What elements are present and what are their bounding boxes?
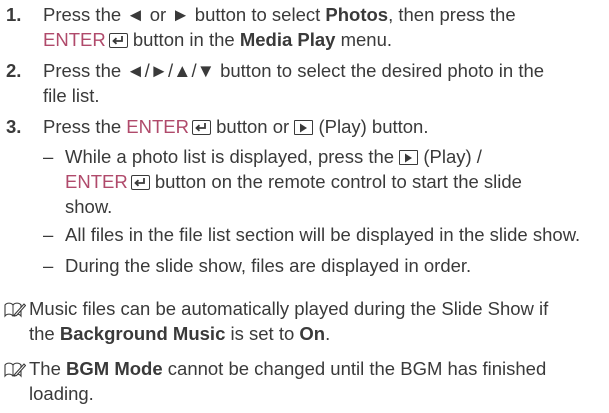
dash-marker: – xyxy=(43,224,54,245)
step-number: 1. xyxy=(6,4,22,25)
step-number: 3. xyxy=(6,116,22,137)
sub-line: While a photo list is displayed, press t… xyxy=(65,144,603,169)
note-line: Music files can be automatically played … xyxy=(29,298,549,319)
sub-text: During the slide show, files are display… xyxy=(65,255,472,276)
text-run: , then press the xyxy=(388,4,516,25)
enter-label: ENTER xyxy=(43,29,106,50)
text-run: button on the remote control to start th… xyxy=(149,171,522,192)
note-pencil-icon xyxy=(4,300,27,318)
text-run: . xyxy=(325,323,331,344)
enter-key-icon xyxy=(130,175,150,190)
text-run: button or xyxy=(211,116,295,137)
text-run: (Play) / xyxy=(418,146,482,167)
enter-label: ENTER xyxy=(126,116,189,137)
text-run: is set to xyxy=(225,323,300,344)
note-text: The BGM Mode cannot be changed until the… xyxy=(29,356,607,406)
step-line: Press the ◄/►/▲/▼ button to select the d… xyxy=(43,60,545,81)
bgm-mode-label: BGM Mode xyxy=(66,358,163,379)
dash-marker: – xyxy=(43,146,54,167)
step-number: 2. xyxy=(6,60,22,81)
sub-line: ENTER button on the remote control to st… xyxy=(65,169,603,194)
step-text: Press the ◄/►/▲/▼ button to select the d… xyxy=(43,58,603,108)
photos-label: Photos xyxy=(325,4,389,25)
background-music-label: Background Music xyxy=(59,323,226,344)
text-run: menu. xyxy=(335,29,393,50)
sub-text: While a photo list is displayed, press t… xyxy=(65,144,603,219)
sub-text: All files in the file list section will … xyxy=(65,224,581,245)
sub-line: show. xyxy=(65,196,113,217)
step-text: Press the ◄ or ► button to select Photos… xyxy=(43,2,603,52)
media-play-label: Media Play xyxy=(239,29,336,50)
play-key-icon xyxy=(294,120,314,135)
step-text: Press the ENTER button or (Play) button. xyxy=(43,114,603,139)
note-line: The BGM Mode cannot be changed until the… xyxy=(29,356,607,381)
manual-page: 1. Press the ◄ or ► button to select Pho… xyxy=(0,0,609,413)
enter-key-icon xyxy=(108,33,128,48)
on-label: On xyxy=(299,323,326,344)
text-run: Press the xyxy=(43,116,127,137)
note-line: the Background Music is set to On. xyxy=(29,321,607,346)
text-run: the xyxy=(29,323,60,344)
text-run: button in the xyxy=(127,29,240,50)
text-run: cannot be changed until the BGM has fini… xyxy=(162,358,547,379)
step-line: Press the ◄ or ► button to select Photos… xyxy=(43,2,603,27)
step-line: file list. xyxy=(43,85,100,106)
note-text: Music files can be automatically played … xyxy=(29,296,607,346)
play-key-icon xyxy=(399,150,419,165)
enter-label: ENTER xyxy=(65,171,128,192)
enter-key-icon xyxy=(192,120,211,135)
note-line: loading. xyxy=(29,383,94,404)
note-pencil-icon xyxy=(4,360,27,378)
text-run: (Play) button. xyxy=(313,116,429,137)
text-run: The xyxy=(29,358,67,379)
text-run: Press the ◄ or ► button to select xyxy=(43,4,326,25)
text-run: While a photo list is displayed, press t… xyxy=(65,146,400,167)
dash-marker: – xyxy=(43,255,54,276)
step-line: Press the ENTER button or (Play) button. xyxy=(43,114,603,139)
step-line: ENTER button in the Media Play menu. xyxy=(43,27,603,52)
